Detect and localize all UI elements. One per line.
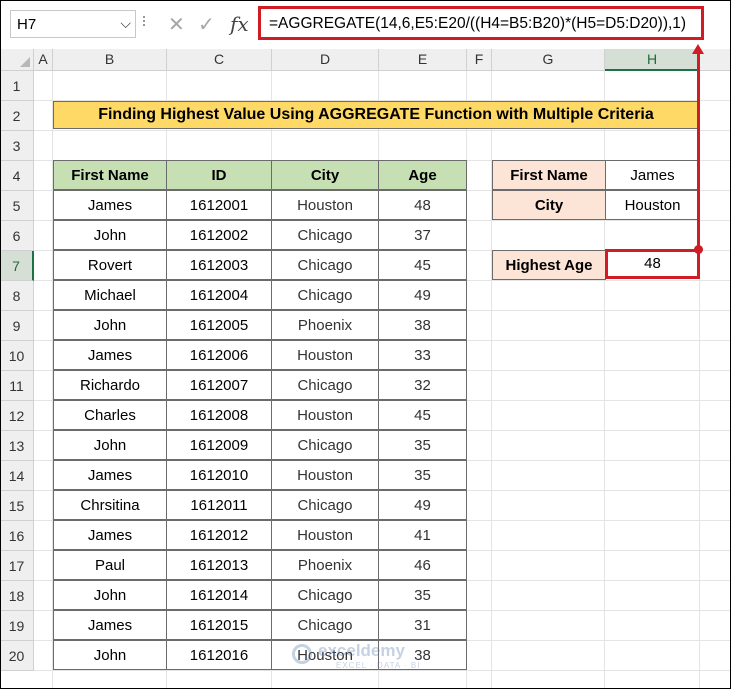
image-border [0, 0, 731, 689]
